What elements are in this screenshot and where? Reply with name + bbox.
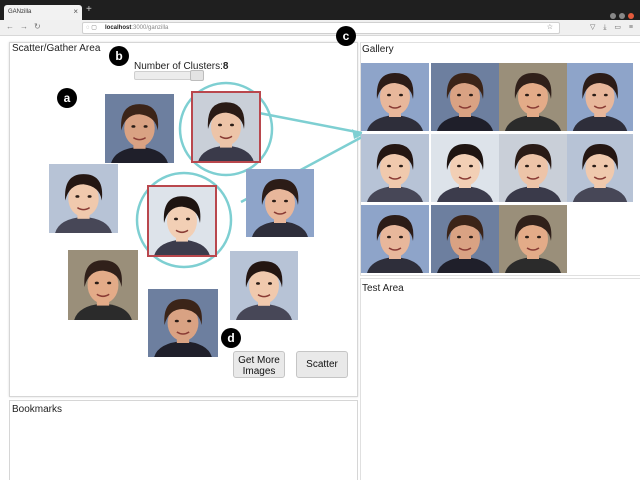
gallery-face-thumbnail[interactable]	[361, 134, 429, 202]
url-bar[interactable]: ◌ ▢ localhost:3000/ganzilla ☆	[82, 22, 560, 34]
tab-close-icon[interactable]: ×	[73, 7, 78, 16]
minimize-icon[interactable]	[610, 13, 616, 19]
cluster-face-thumbnail[interactable]	[49, 164, 118, 233]
toolbar-icons[interactable]: ▽ ⤓ ▭ ≡	[590, 23, 636, 32]
annotation-marker-a: a	[57, 88, 77, 108]
maximize-icon[interactable]	[619, 13, 625, 19]
gallery-face-thumbnail[interactable]	[361, 205, 429, 273]
cluster-face-thumbnail[interactable]	[191, 91, 261, 163]
gallery-face-thumbnail[interactable]	[431, 134, 499, 202]
cluster-face-thumbnail[interactable]	[105, 94, 174, 163]
cluster-face-thumbnail[interactable]	[147, 185, 217, 257]
url-host: localhost	[105, 25, 132, 31]
gallery-face-thumbnail[interactable]	[361, 63, 429, 131]
cluster-slider-handle[interactable]	[190, 70, 204, 81]
cluster-face-thumbnail[interactable]	[68, 250, 138, 320]
back-arrow-icon[interactable]: ←	[6, 22, 14, 31]
browser-tab[interactable]: GANzilla ×	[4, 5, 82, 20]
shield-icon: ◌ ▢	[86, 25, 97, 31]
cluster-face-thumbnail[interactable]	[246, 169, 314, 237]
gallery-face-thumbnail[interactable]	[567, 134, 633, 202]
bookmarks-title: Bookmarks	[12, 404, 63, 415]
gallery-face-thumbnail[interactable]	[499, 205, 567, 273]
browser-tab-bar: GANzilla × +	[0, 0, 640, 20]
gallery-face-thumbnail[interactable]	[499, 134, 567, 202]
gallery-face-thumbnail[interactable]	[567, 63, 633, 131]
cluster-face-thumbnail[interactable]	[148, 289, 218, 357]
scatter-button[interactable]: Scatter	[296, 351, 348, 378]
cluster-count-value: 8	[222, 61, 229, 72]
annotation-marker-d: d	[221, 328, 241, 348]
forward-arrow-icon[interactable]: →	[20, 22, 28, 31]
get-more-images-button[interactable]: Get More Images	[233, 351, 285, 378]
gallery-face-thumbnail[interactable]	[499, 63, 567, 131]
cluster-face-thumbnail[interactable]	[230, 251, 298, 320]
gallery-face-thumbnail[interactable]	[431, 63, 499, 131]
tab-title: GANzilla	[8, 9, 32, 15]
reload-icon[interactable]: ↻	[34, 22, 41, 31]
app-root: GANzilla × + ← → ↻ ◌ ▢ localhost:3000/ga…	[0, 0, 640, 480]
annotation-marker-b: b	[109, 46, 129, 66]
close-window-icon[interactable]	[628, 13, 634, 19]
bookmark-star-icon[interactable]: ☆	[547, 23, 553, 33]
scatter-gather-title: Scatter/Gather Area	[12, 43, 101, 54]
url-path: :3000/ganzilla	[131, 25, 169, 31]
gallery-face-thumbnail[interactable]	[431, 205, 499, 273]
new-tab-icon[interactable]: +	[86, 4, 92, 15]
annotation-marker-c: c	[336, 26, 356, 46]
gallery-title: Gallery	[362, 44, 394, 55]
test-area-panel	[360, 278, 640, 480]
browser-nav-bar: ← → ↻ ◌ ▢ localhost:3000/ganzilla ☆ ▽ ⤓ …	[0, 20, 640, 36]
test-area-title: Test Area	[362, 283, 404, 294]
